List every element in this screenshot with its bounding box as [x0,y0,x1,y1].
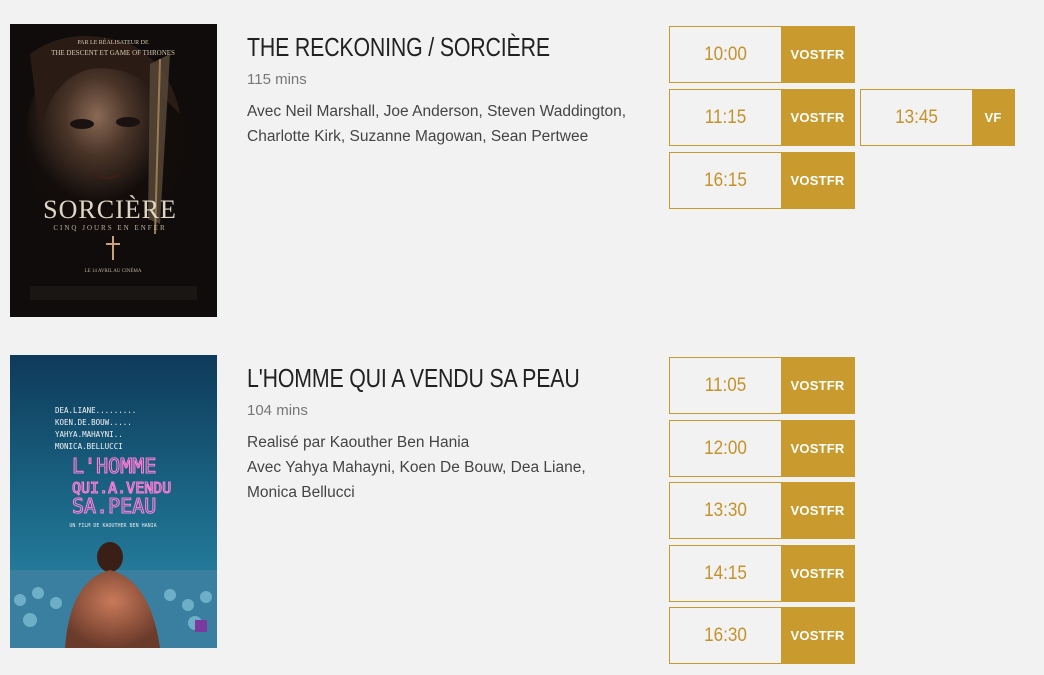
showtime-time: 11:05 [704,374,747,396]
movie-card: PAR LE RÉALISATEUR DE THE DESCENT ET GAM… [0,24,1044,319]
showtime-language: VOSTFR [781,483,854,538]
poster-director: UN FILM DE KAOUTHER BEN HANIA [69,523,156,529]
poster-release: LE 14 AVRIL AU CINÉMA [85,268,142,274]
showtime-button[interactable]: 11:15 VOSTFR [669,89,855,146]
poster-tagline: THE DESCENT ET GAME OF THRONES [51,49,175,57]
movie-poster[interactable]: PAR LE RÉALISATEUR DE THE DESCENT ET GAM… [10,24,217,317]
showtime-language: VOSTFR [781,608,854,663]
showtime-button[interactable]: 16:15 VOSTFR [669,152,855,209]
showtime-time: 12:00 [704,437,747,459]
showtime-button[interactable]: 10:00 VOSTFR [669,26,855,83]
poster-title: SA.PEAU [72,494,156,518]
showtime-button[interactable]: 13:30 VOSTFR [669,482,855,539]
movie-duration: 104 mins [247,402,308,419]
showtime-language: VOSTFR [781,153,854,208]
movie-credits: Realisé par Kaouther Ben Hania Avec Yahy… [247,430,627,505]
cast-line: Avec Neil Marshall, Joe Anderson, Steven… [247,103,627,145]
poster-cast: DEA.LIANE......... [55,406,136,415]
showtime-time: 16:30 [704,624,747,646]
showtime-language: VOSTFR [781,546,854,601]
poster-title: SORCIÈRE [43,195,177,224]
showtime-button[interactable]: 14:15 VOSTFR [669,545,855,602]
showtime-language: VF [972,90,1014,145]
showtime-time: 11:15 [704,106,747,128]
showtime-button[interactable]: 16:30 VOSTFR [669,607,855,664]
poster-cast: KOEN.DE.BOUW..... [55,418,132,427]
showtime-time: 16:15 [704,169,747,191]
showtime-language: VOSTFR [781,90,854,145]
movie-info: L'HOMME QUI A VENDU SA PEAU 104 mins Rea… [247,363,627,505]
movie-duration: 115 mins [247,71,307,88]
movie-title[interactable]: L'HOMME QUI A VENDU SA PEAU [247,363,580,393]
poster-subtitle: CINQ JOURS EN ENFER [53,224,166,232]
cast-line: Avec Yahya Mahayni, Koen De Bouw, Dea Li… [247,459,586,501]
showtime-time: 13:45 [895,106,938,128]
movie-card: DEA.LIANE......... KOEN.DE.BOUW..... YAH… [0,355,1044,675]
poster-title: L'HOMME [72,454,156,478]
movie-poster[interactable]: DEA.LIANE......... KOEN.DE.BOUW..... YAH… [10,355,217,648]
movie-info: THE RECKONING / SORCIÈRE 115 mins Avec N… [247,32,627,149]
showtime-time: 13:30 [704,499,747,521]
director-line: Realisé par Kaouther Ben Hania [247,434,470,451]
poster-tagline: PAR LE RÉALISATEUR DE [77,38,149,46]
showtime-time: 14:15 [704,562,747,584]
showtime-button[interactable]: 12:00 VOSTFR [669,420,855,477]
poster-cast: YAHYA.MAHAYNI.. [55,430,123,439]
showtime-language: VOSTFR [781,358,854,413]
showtime-button[interactable]: 13:45 VF [860,89,1015,146]
showtime-time: 10:00 [704,43,747,65]
showtime-language: VOSTFR [781,27,854,82]
movie-credits: Avec Neil Marshall, Joe Anderson, Steven… [247,99,627,149]
poster-cast: MONICA.BELLUCCI [55,442,123,451]
movie-title[interactable]: THE RECKONING / SORCIÈRE [247,32,559,62]
showtime-language: VOSTFR [781,421,854,476]
showtime-button[interactable]: 11:05 VOSTFR [669,357,855,414]
showtimes-page: PAR LE RÉALISATEUR DE THE DESCENT ET GAM… [0,0,1044,675]
